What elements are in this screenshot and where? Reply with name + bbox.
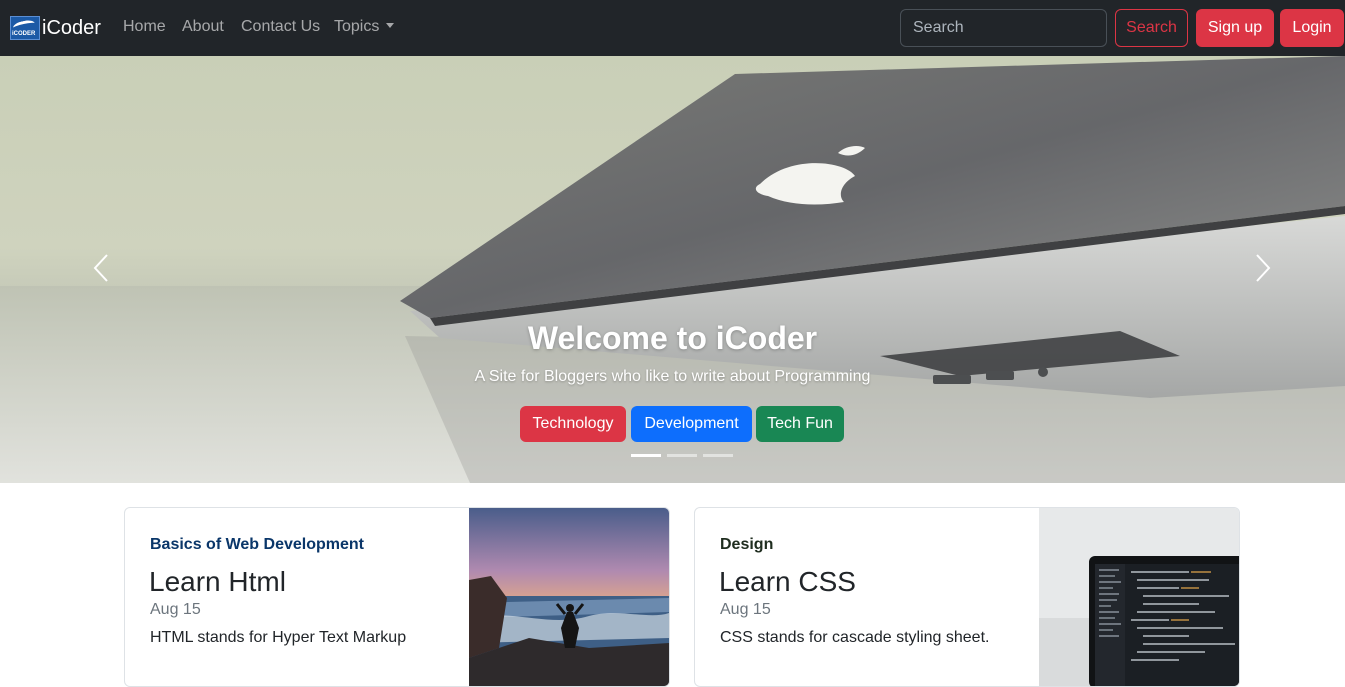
carousel-next-button[interactable] xyxy=(1243,248,1283,288)
carousel-indicator-1[interactable] xyxy=(631,454,661,457)
seaside-photo xyxy=(469,508,669,686)
nav-link-home[interactable]: Home xyxy=(123,18,166,36)
carousel-title: Welcome to iCoder xyxy=(527,320,818,356)
card-title: Learn CSS xyxy=(719,566,856,597)
post-card-css: Design Learn CSS Aug 15 CSS stands for c… xyxy=(694,507,1240,687)
carousel-prev-button[interactable] xyxy=(81,248,121,288)
card-category: Design xyxy=(720,536,774,553)
brand-name: iCoder xyxy=(42,16,101,39)
search-input[interactable] xyxy=(900,9,1107,47)
brand-logo: iCODER xyxy=(10,16,40,40)
nav-dropdown-topics-label: Topics xyxy=(334,18,380,35)
nav-link-about[interactable]: About xyxy=(182,18,224,36)
technology-button[interactable]: Technology xyxy=(520,406,626,442)
code-laptop-photo xyxy=(1039,508,1239,686)
card-title: Learn Html xyxy=(149,566,286,597)
caret-down-icon xyxy=(386,23,395,28)
search-button[interactable]: Search xyxy=(1115,9,1188,47)
card-date: Aug 15 xyxy=(720,601,771,618)
nav-link-contact[interactable]: Contact Us xyxy=(241,18,320,36)
card-category: Basics of Web Development xyxy=(150,536,364,553)
brand-link[interactable]: iCODER iCoder xyxy=(10,15,101,41)
carousel-indicator-3[interactable] xyxy=(703,454,733,457)
card-thumbnail xyxy=(469,508,669,686)
carousel-subtitle: A Site for Bloggers who like to write ab… xyxy=(474,368,871,385)
card-text: CSS stands for cascade styling sheet. xyxy=(720,629,990,646)
post-card-html: Basics of Web Development Learn Html Aug… xyxy=(124,507,670,687)
chevron-right-icon xyxy=(1256,254,1271,282)
chevron-left-icon xyxy=(93,254,108,282)
navbar: iCODER iCoder Home About Contact Us Topi… xyxy=(0,0,1345,56)
card-text: HTML stands for Hyper Text Markup xyxy=(150,629,407,646)
carousel-indicator-2[interactable] xyxy=(667,454,697,457)
card-date: Aug 15 xyxy=(150,601,201,618)
card-thumbnail xyxy=(1039,508,1239,686)
development-button[interactable]: Development xyxy=(631,406,752,442)
tech-fun-button[interactable]: Tech Fun xyxy=(756,406,844,442)
hero-carousel: Welcome to iCoder A Site for Bloggers wh… xyxy=(0,56,1345,483)
nav-dropdown-topics[interactable]: Topics xyxy=(334,18,395,36)
signup-button[interactable]: Sign up xyxy=(1196,9,1274,47)
login-button[interactable]: Login xyxy=(1280,9,1344,47)
